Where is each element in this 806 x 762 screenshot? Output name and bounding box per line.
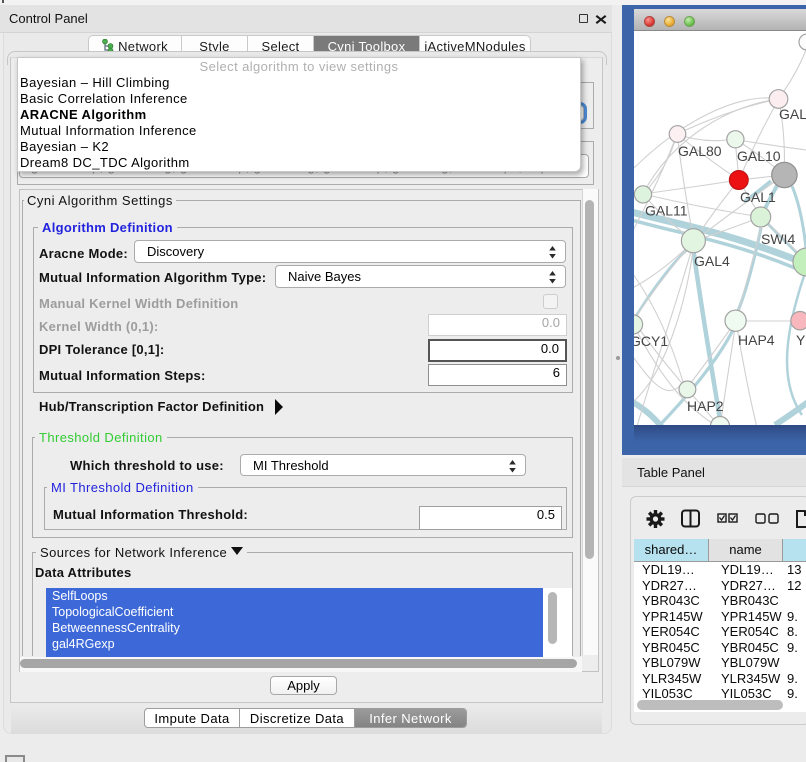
svg-text:SWI4: SWI4 [761,231,795,247]
svg-text:HAP2: HAP2 [687,398,724,414]
svg-text:Y: Y [796,332,806,348]
svg-text:GAL: GAL [779,106,806,122]
svg-text:GAL1: GAL1 [740,189,776,205]
svg-text:GAL11: GAL11 [645,203,688,219]
svg-text:GAL4: GAL4 [694,253,730,269]
svg-text:GAL10: GAL10 [737,148,781,164]
svg-text:GCY1: GCY1 [634,333,668,349]
svg-text:HAP4: HAP4 [738,332,775,348]
svg-text:GAL80: GAL80 [678,143,722,159]
